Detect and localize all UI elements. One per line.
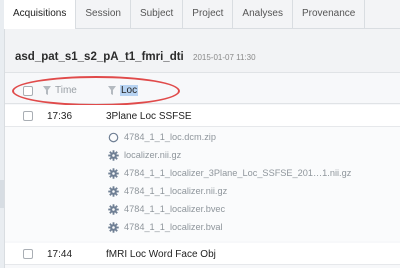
file-list: 4784_1_1_loc.dcm.zip localizer.nii.gz 47… [5, 127, 400, 241]
tab-project[interactable]: Project [183, 0, 234, 29]
file-name[interactable]: 4784_1_1_loc.dcm.zip [124, 132, 216, 142]
circle-icon [108, 132, 119, 143]
gear-icon [108, 150, 119, 161]
tab-subject[interactable]: Subject [131, 0, 184, 29]
acquisition-row[interactable]: 17:36 3Plane Loc SSFSE [5, 105, 400, 127]
gear-icon [108, 222, 119, 233]
acquisition-time: 17:36 [47, 111, 73, 122]
tab-acquisitions[interactable]: Acquisitions [4, 0, 77, 30]
gear-icon [108, 204, 119, 215]
file-name[interactable]: 4784_1_1_localizer_3Plane_Loc_SSFSE_201…… [124, 168, 351, 178]
session-title: asd_pat_s1_s2_pA_t1_fmri_dti [15, 51, 184, 63]
session-header: asd_pat_s1_s2_pA_t1_fmri_dti 2015-01-07 … [5, 29, 400, 73]
acquisitions-panel: asd_pat_s1_s2_pA_t1_fmri_dti 2015-01-07 … [4, 29, 400, 268]
session-date: 2015-01-07 11:30 [193, 53, 256, 62]
file-name[interactable]: 4784_1_1_localizer.nii.gz [124, 186, 227, 196]
row-checkbox[interactable] [23, 249, 33, 259]
tab-session[interactable]: Session [76, 0, 131, 29]
tab-provenance[interactable]: Provenance [293, 0, 366, 29]
file-name[interactable]: localizer.nii.gz [124, 150, 181, 160]
highlight-annotation [12, 76, 180, 106]
file-name[interactable]: 4784_1_1_localizer.bval [124, 222, 223, 232]
gear-icon [108, 186, 119, 197]
row-checkbox[interactable] [23, 111, 33, 121]
acquisition-name[interactable]: 3Plane Loc SSFSE [106, 111, 192, 122]
tab-analyses[interactable]: Analyses [233, 0, 293, 29]
tab-bar: Acquisitions Session Subject Project Ana… [4, 0, 400, 30]
gear-icon [108, 168, 119, 179]
file-name[interactable]: 4784_1_1_localizer.bvec [124, 204, 225, 214]
acquisition-name[interactable]: fMRI Loc Word Face Obj [106, 249, 216, 260]
acquisition-row[interactable]: 17:44 fMRI Loc Word Face Obj [5, 243, 400, 265]
acquisition-time: 17:44 [47, 249, 73, 260]
